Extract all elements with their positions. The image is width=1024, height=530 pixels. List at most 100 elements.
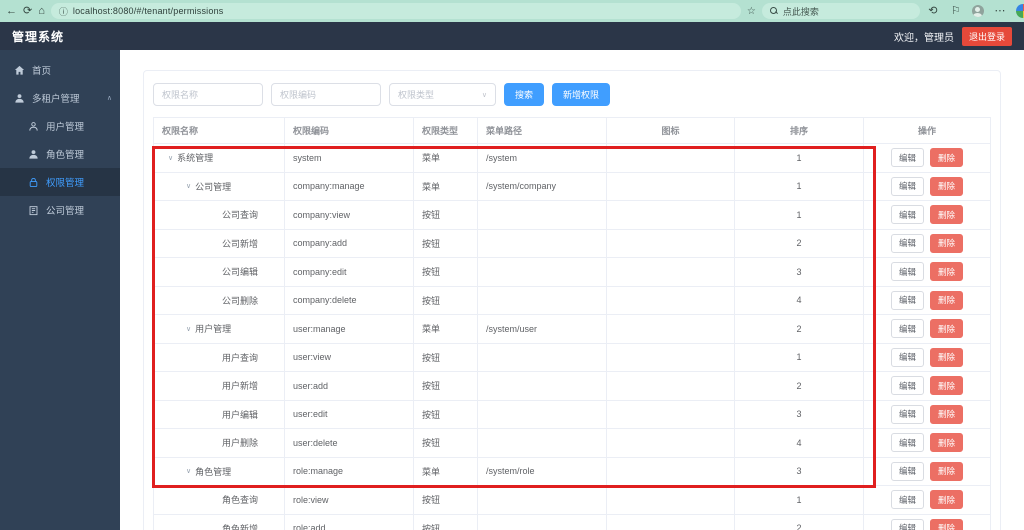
permission-name-cell: 公司编辑: [222, 267, 259, 278]
refresh-icon[interactable]: ⟳: [23, 5, 32, 17]
search-button[interactable]: 搜索: [504, 83, 545, 106]
table-row[interactable]: 公司查询 company:view 按钮 1 编辑 删除: [153, 200, 991, 230]
add-permission-button[interactable]: 新增权限: [552, 83, 611, 106]
sidebar-item-tenant[interactable]: 多租户管理 ∧: [0, 84, 120, 112]
sort-cell: 2: [734, 513, 864, 530]
permission-name-cell: 角色新增: [222, 523, 259, 530]
col-permission-code: 权限编码: [284, 117, 414, 144]
edit-button[interactable]: 编辑: [890, 347, 924, 367]
table-row[interactable]: 用户查询 user:view 按钮 1 编辑 删除: [153, 342, 991, 372]
permissions-table: 权限名称 权限编码 权限类型 菜单路径 图标 排序 操作 ∨ 系统管理 syst…: [153, 117, 991, 530]
icon-cell: [606, 456, 735, 486]
sidebar-item-company[interactable]: 公司管理: [0, 196, 120, 224]
permission-code-cell: company:delete: [284, 285, 414, 315]
edit-button[interactable]: 编辑: [890, 461, 924, 481]
browser-menu-icon[interactable]: ⋯: [993, 5, 1007, 17]
delete-button[interactable]: 删除: [930, 490, 964, 510]
permission-code-cell: company:view: [284, 200, 414, 230]
table-row[interactable]: 角色查询 role:view 按钮 1 编辑 删除: [153, 485, 991, 515]
delete-button[interactable]: 删除: [930, 319, 964, 339]
sort-cell: 4: [734, 285, 864, 315]
delete-button[interactable]: 删除: [930, 347, 964, 367]
icon-cell: [606, 171, 735, 201]
sidebar-item-home[interactable]: 首页: [0, 56, 120, 84]
sidebar-item-label: 公司管理: [46, 206, 85, 217]
permission-type-cell: 菜单: [413, 314, 478, 344]
back-icon[interactable]: ←: [6, 5, 17, 17]
home-icon[interactable]: ⌂: [38, 5, 45, 17]
collections-flag-icon[interactable]: ⚐: [949, 5, 963, 17]
edit-button[interactable]: 编辑: [890, 433, 924, 453]
table-row[interactable]: ∨ 公司管理 company:manage 菜单 /system/company…: [153, 171, 991, 201]
site-info-icon[interactable]: ⓘ: [59, 5, 68, 18]
menu-path-cell: [477, 257, 607, 287]
logout-button[interactable]: 退出登录: [961, 26, 1012, 46]
delete-button[interactable]: 删除: [930, 148, 964, 168]
sidebar-item-lock[interactable]: 权限管理: [0, 168, 120, 196]
table-row[interactable]: 用户删除 user:delete 按钮 4 编辑 删除: [153, 428, 991, 458]
expand-caret-icon[interactable]: ∨: [186, 325, 191, 333]
permission-type-cell: 按钮: [413, 285, 478, 315]
delete-button[interactable]: 删除: [930, 404, 964, 424]
edit-button[interactable]: 编辑: [890, 233, 924, 253]
delete-button[interactable]: 删除: [930, 205, 964, 225]
table-row[interactable]: 用户新增 user:add 按钮 2 编辑 删除: [153, 371, 991, 401]
col-permission-type: 权限类型: [413, 117, 478, 144]
edit-button[interactable]: 编辑: [890, 290, 924, 310]
menu-path-cell: [477, 342, 607, 372]
address-bar[interactable]: ⓘ localhost:8080/#/tenant/permissions: [50, 3, 741, 19]
edit-button[interactable]: 编辑: [890, 148, 924, 168]
permission-type-cell: 按钮: [413, 200, 478, 230]
table-row[interactable]: ∨ 系统管理 system 菜单 /system 1 编辑 删除: [153, 143, 991, 173]
sidebar-item-role[interactable]: 角色管理: [0, 140, 120, 168]
delete-button[interactable]: 删除: [930, 518, 964, 530]
expand-caret-icon[interactable]: ∨: [186, 467, 191, 475]
bookmark-star-icon[interactable]: ☆: [747, 6, 756, 17]
edit-button[interactable]: 编辑: [890, 205, 924, 225]
delete-button[interactable]: 删除: [930, 262, 964, 282]
extension-icon[interactable]: [1015, 4, 1024, 18]
menu-path-cell: /system/user: [477, 314, 607, 344]
permission-type-placeholder: 权限类型: [398, 90, 435, 100]
icon-cell: [606, 371, 735, 401]
table-row[interactable]: ∨ 角色管理 role:manage 菜单 /system/role 3 编辑 …: [153, 456, 991, 486]
edit-button[interactable]: 编辑: [890, 319, 924, 339]
table-row[interactable]: 角色新增 role:add 按钮 2 编辑 删除: [153, 513, 991, 530]
table-row[interactable]: 用户编辑 user:edit 按钮 3 编辑 删除: [153, 399, 991, 429]
permission-code-cell: user:edit: [284, 399, 414, 429]
delete-button[interactable]: 删除: [930, 290, 964, 310]
delete-button[interactable]: 删除: [930, 433, 964, 453]
table-row[interactable]: 公司编辑 company:edit 按钮 3 编辑 删除: [153, 257, 991, 287]
permission-type-select[interactable]: 权限类型 ∨: [389, 83, 496, 106]
table-row[interactable]: ∨ 用户管理 user:manage 菜单 /system/user 2 编辑 …: [153, 314, 991, 344]
delete-button[interactable]: 删除: [930, 461, 964, 481]
permission-name-cell: 公司查询: [222, 210, 259, 221]
edit-button[interactable]: 编辑: [890, 376, 924, 396]
edit-button[interactable]: 编辑: [890, 262, 924, 282]
delete-button[interactable]: 删除: [930, 376, 964, 396]
table-row[interactable]: 公司新增 company:add 按钮 2 编辑 删除: [153, 228, 991, 258]
permission-name-input[interactable]: [153, 83, 263, 106]
expand-caret-icon[interactable]: ∨: [186, 182, 191, 190]
table-row[interactable]: 公司删除 company:delete 按钮 4 编辑 删除: [153, 285, 991, 315]
delete-button[interactable]: 删除: [930, 233, 964, 253]
delete-button[interactable]: 删除: [930, 176, 964, 196]
browser-search-box[interactable]: 点此搜索: [761, 3, 920, 19]
menu-path-cell: /system/role: [477, 456, 607, 486]
edit-button[interactable]: 编辑: [890, 404, 924, 424]
edit-button[interactable]: 编辑: [890, 490, 924, 510]
permission-name-cell: 用户查询: [222, 352, 259, 363]
permission-code-input[interactable]: [271, 83, 381, 106]
edit-button[interactable]: 编辑: [890, 518, 924, 530]
url-text[interactable]: localhost:8080/#/tenant/permissions: [73, 6, 224, 16]
col-permission-name: 权限名称: [153, 117, 285, 144]
content-card: 权限类型 ∨ 搜索 新增权限 权限名称 权限编码 权限类型 菜单路径: [143, 70, 1001, 530]
history-icon[interactable]: ⟲: [926, 5, 940, 17]
edit-button[interactable]: 编辑: [890, 176, 924, 196]
sidebar-item-user[interactable]: 用户管理: [0, 112, 120, 140]
main-content: 权限类型 ∨ 搜索 新增权限 权限名称 权限编码 权限类型 菜单路径: [120, 50, 1024, 530]
icon-cell: [606, 428, 735, 458]
sidebar-item-label: 多租户管理: [32, 94, 80, 105]
expand-caret-icon[interactable]: ∨: [168, 154, 173, 162]
browser-avatar[interactable]: [971, 5, 984, 17]
